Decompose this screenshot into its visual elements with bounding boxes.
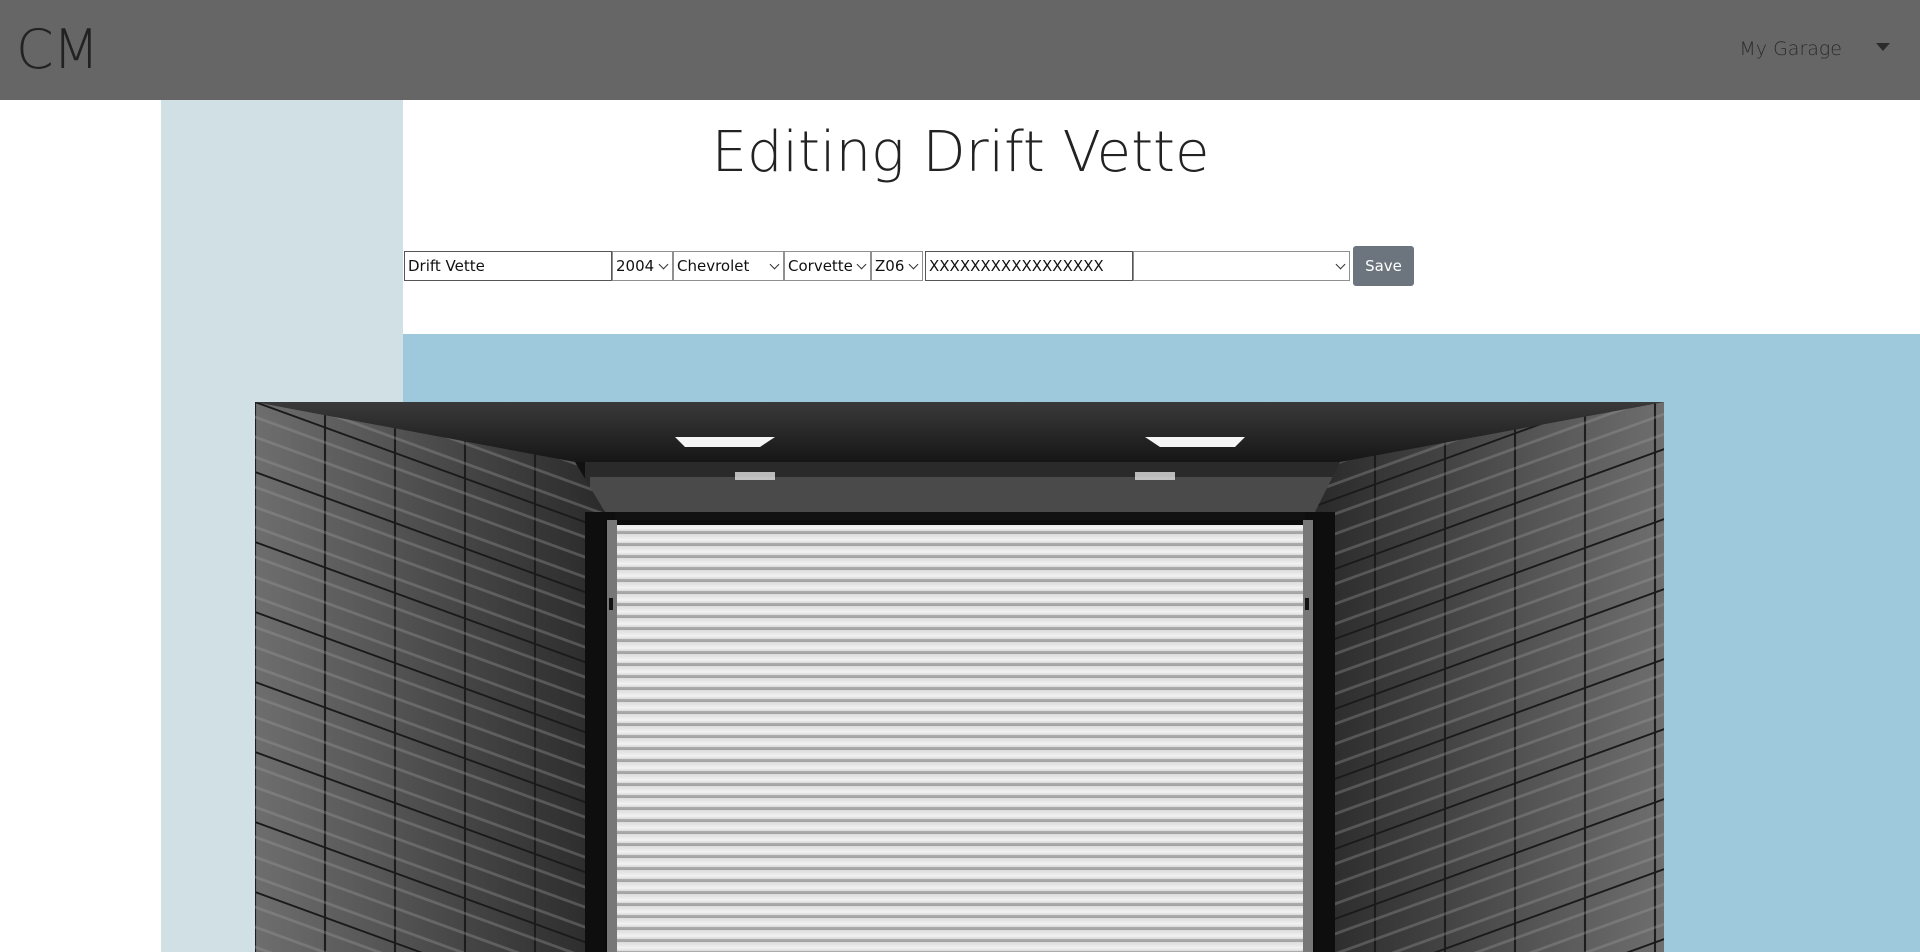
extra-select[interactable] [1133, 251, 1350, 281]
edit-car-form: Drift Vette 2004 Chevrolet Corvette Z06 … [404, 246, 1414, 286]
caret-down-icon [1876, 43, 1890, 51]
chevron-down-icon [1335, 259, 1346, 270]
trim-value: Z06 [875, 257, 905, 275]
vin-input[interactable]: XXXXXXXXXXXXXXXXX [925, 251, 1133, 281]
brand-logo[interactable]: CM [16, 18, 99, 82]
model-value: Corvette [788, 257, 853, 275]
chevron-down-icon [856, 259, 867, 270]
year-value: 2004 [616, 257, 655, 275]
chevron-down-icon [769, 259, 780, 270]
vin-value: XXXXXXXXXXXXXXXXX [929, 257, 1104, 275]
make-value: Chevrolet [677, 257, 750, 275]
top-navbar: CM My Garage [0, 0, 1920, 100]
my-garage-label: My Garage [1739, 38, 1842, 60]
model-select[interactable]: Corvette [784, 251, 871, 281]
car-name-input[interactable]: Drift Vette [404, 251, 612, 281]
year-select[interactable]: 2004 [612, 251, 673, 281]
car-name-value: Drift Vette [408, 257, 485, 275]
garage-door-photo [255, 402, 1664, 952]
chevron-down-icon [658, 259, 669, 270]
save-button[interactable]: Save [1353, 246, 1414, 286]
chevron-down-icon [908, 259, 919, 270]
make-select[interactable]: Chevrolet [673, 251, 784, 281]
garage-photo-graphic [255, 402, 1664, 952]
my-garage-menu[interactable]: My Garage [1739, 38, 1890, 60]
trim-select[interactable]: Z06 [871, 251, 923, 281]
page-title: Editing Drift Vette [711, 120, 1210, 185]
